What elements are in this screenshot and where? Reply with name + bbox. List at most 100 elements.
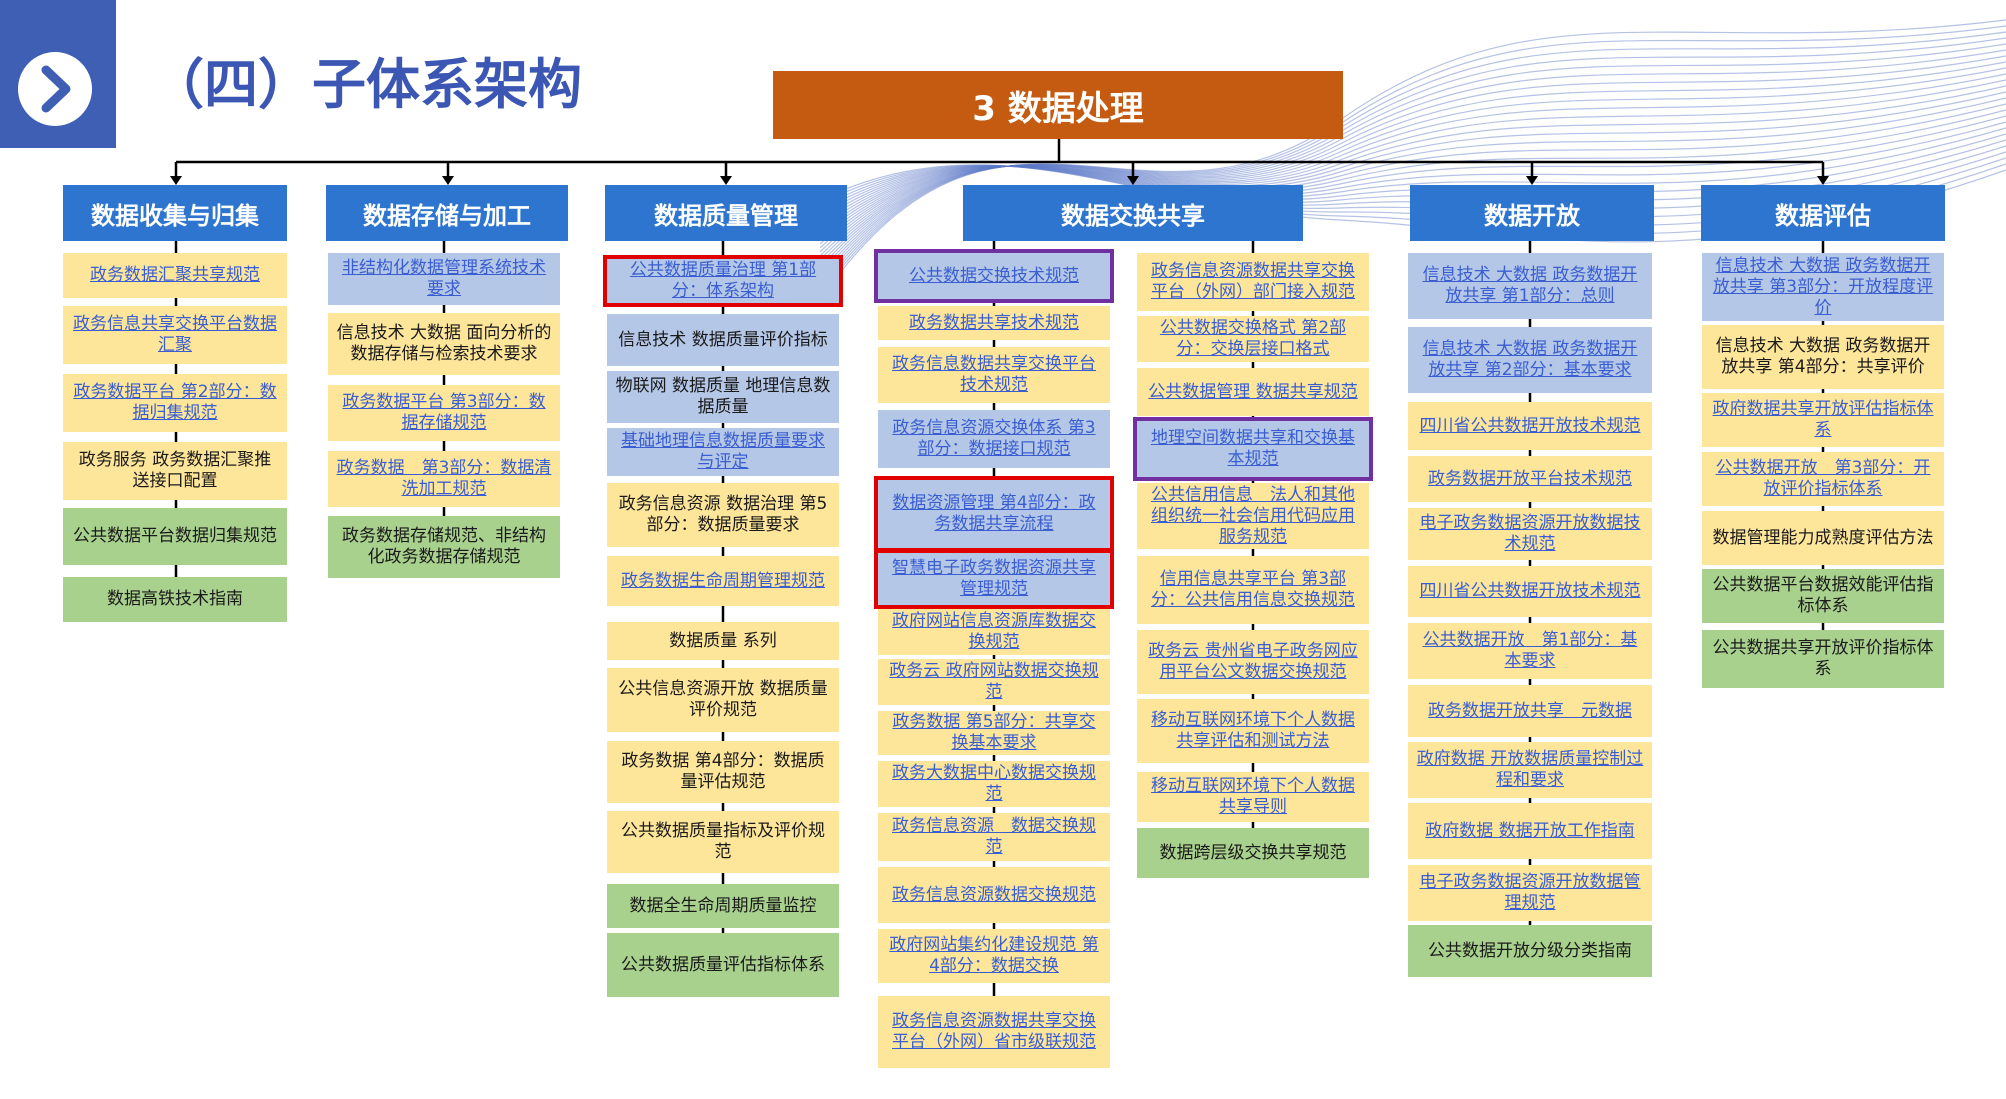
standard-title: 政务信息资源数据共享交换平台（外网）省市级联规范 [892,1011,1096,1052]
standard-item: 政务服务 政务数据汇聚推送接口配置 [63,442,287,500]
standard-link[interactable]: 移动互联网环境下个人数据共享导则 [1137,772,1369,822]
standard-link[interactable]: 四川省公共数据开放技术规范 [1408,402,1652,450]
standard-link[interactable]: 政府数据 开放数据质量控制过程和要求 [1408,742,1652,798]
standard-title: 公共数据共享开放评价指标体系 [1712,638,1934,679]
standard-link[interactable]: 政府数据 数据开放工作指南 [1408,803,1652,859]
standard-link[interactable]: 政务数据 第5部分：共享交换基本要求 [878,711,1110,755]
standard-link[interactable]: 数据资源管理 第4部分：政务数据共享流程 [874,476,1114,552]
standard-item: 信息技术 大数据 政务数据开放共享 第4部分：共享评价 [1702,325,1944,389]
standard-link[interactable]: 政务数据平台 第3部分：数据存储规范 [328,385,560,441]
standard-title: 数据全生命周期质量监控 [629,895,817,916]
standard-title: 政务信息资源 数据交换规范 [892,816,1096,857]
standard-link[interactable]: 政务信息资源数据共享交换平台（外网）部门接入规范 [1137,253,1369,311]
standard-link[interactable]: 政务云 政府网站数据交换规范 [878,659,1110,705]
category-header: 数据评估 [1701,185,1945,241]
standard-title: 政务数据共享技术规范 [909,312,1079,333]
standard-item: 数据管理能力成熟度评估方法 [1702,511,1944,565]
standard-title: 信息技术 大数据 政务数据开放共享 第3部分：开放程度评价 [1712,255,1934,318]
standard-link[interactable]: 政务大数据中心数据交换规范 [878,761,1110,807]
standard-link[interactable]: 政务云 贵州省电子政务网应用平台公文数据交换规范 [1137,630,1369,694]
standard-link[interactable]: 政务数据共享技术规范 [878,306,1110,340]
standard-title: 四川省公共数据开放技术规范 [1419,415,1641,436]
standard-title: 政务信息资源数据共享交换平台（外网）部门接入规范 [1151,261,1355,302]
standard-link[interactable]: 政府数据共享开放评估指标体系 [1702,393,1944,447]
standard-link[interactable]: 基础地理信息数据质量要求与评定 [607,428,839,476]
standard-title: 四川省公共数据开放技术规范 [1419,581,1641,601]
standard-title: 政府数据 开放数据质量控制过程和要求 [1416,749,1644,790]
standard-link[interactable]: 信息技术 大数据 政务数据开放共享 第2部分：基本要求 [1408,327,1652,393]
standard-link[interactable]: 电子政务数据资源开放数据管理规范 [1408,865,1652,921]
standard-title: 政务数据 第3部分：数据清洗加工规范 [336,458,552,499]
standard-link[interactable]: 政务信息资源数据交换规范 [878,867,1110,923]
standard-link[interactable]: 公共数据管理 数据共享规范 [1137,368,1369,416]
standard-link[interactable]: 公共数据质量治理 第1部分：体系架构 [603,255,843,307]
standard-link[interactable]: 信息技术 大数据 政务数据开放共享 第3部分：开放程度评价 [1702,253,1944,321]
standard-title: 信息技术 大数据 面向分析的数据存储与检索技术要求 [336,323,552,364]
standard-title: 政府数据 数据开放工作指南 [1425,820,1635,841]
standard-title: 政务信息资源 数据治理 第5部分：数据质量要求 [618,494,828,535]
standard-title: 公共信息资源开放 数据质量评价规范 [618,679,828,720]
category-header: 数据质量管理 [605,185,847,241]
standard-item: 数据质量 系列 [607,622,839,660]
standard-item: 数据高铁技术指南 [63,577,287,622]
standard-title: 政务服务 政务数据汇聚推送接口配置 [78,450,272,491]
standard-link[interactable]: 四川省公共数据开放技术规范 [1408,566,1652,617]
standard-title: 公共数据质量指标及评价规范 [621,821,825,862]
standard-title: 地理空间数据共享和交换基本规范 [1151,428,1355,469]
standard-link[interactable]: 非结构化数据管理系统技术要求 [328,253,560,305]
standard-title: 政务数据汇聚共享规范 [90,265,260,285]
standard-link[interactable]: 公共数据交换技术规范 [874,249,1114,303]
standard-title: 公共数据交换格式 第2部分：交换层接口格式 [1159,318,1347,359]
standard-title: 公共数据平台数据效能评估指标体系 [1712,575,1934,616]
standard-link[interactable]: 电子政务数据资源开放数据技术规范 [1408,508,1652,560]
standard-item: 政务数据存储规范、非结构化政务数据存储规范 [328,516,560,578]
standard-link[interactable]: 政务信息数据共享交换平台技术规范 [878,347,1110,403]
standard-title: 非结构化数据管理系统技术要求 [342,258,546,299]
standard-link[interactable]: 政务信息共享交换平台数据汇聚 [63,306,287,364]
standard-link[interactable]: 地理空间数据共享和交换基本规范 [1133,417,1373,481]
standard-link[interactable]: 政务数据 第3部分：数据清洗加工规范 [328,451,560,507]
standard-title: 公共数据交换技术规范 [909,265,1079,286]
standard-item: 公共数据质量指标及评价规范 [607,811,839,873]
standard-link[interactable]: 移动互联网环境下个人数据共享评估和测试方法 [1137,699,1369,763]
standard-item: 公共数据平台数据归集规范 [63,508,287,565]
standard-link[interactable]: 政务信息资源交换体系 第3部分：数据接口规范 [878,410,1110,468]
standard-title: 政务信息资源数据交换规范 [892,884,1096,905]
standard-title: 移动互联网环境下个人数据共享评估和测试方法 [1151,710,1355,751]
standard-link[interactable]: 智慧电子政务数据资源共享管理规范 [874,549,1114,609]
standard-title: 信息技术 大数据 政务数据开放共享 第4部分：共享评价 [1715,336,1931,377]
standard-link[interactable]: 政务数据汇聚共享规范 [63,253,287,298]
standard-link[interactable]: 信息技术 大数据 政务数据开放共享 第1部分：总则 [1408,253,1652,319]
standard-link[interactable]: 政务数据开放共享 元数据 [1408,685,1652,737]
standard-title: 政务数据开放平台技术规范 [1428,468,1632,489]
standard-title: 电子政务数据资源开放数据管理规范 [1419,872,1641,913]
standard-link[interactable]: 政务数据开放平台技术规范 [1408,456,1652,502]
standard-link[interactable]: 公共数据开放 第1部分：基本要求 [1408,623,1652,679]
standard-title: 公共数据质量评估指标体系 [621,954,825,975]
category-header: 数据开放 [1410,185,1654,241]
standard-item: 物联网 数据质量 地理信息数据质量 [607,371,839,423]
standard-title: 政务数据平台 第3部分：数据存储规范 [342,392,546,433]
standard-title: 政府网站集约化建设规范 第4部分：数据交换 [889,935,1099,976]
standard-link[interactable]: 信用信息共享平台 第3部分：公共信用信息交换规范 [1137,556,1369,624]
standard-link[interactable]: 政府网站信息资源库数据交换规范 [878,609,1110,655]
standard-link[interactable]: 公共数据开放 第3部分：开放评价指标体系 [1702,452,1944,506]
standard-link[interactable]: 公共数据交换格式 第2部分：交换层接口格式 [1137,316,1369,362]
standard-link[interactable]: 政务数据平台 第2部分：数据归集规范 [63,374,287,432]
standard-link[interactable]: 政务信息资源 数据交换规范 [878,813,1110,861]
category-header: 数据收集与归集 [63,185,287,241]
standard-title: 信息技术 大数据 政务数据开放共享 第2部分：基本要求 [1422,339,1638,380]
standard-title: 政务数据存储规范、非结构化政务数据存储规范 [342,526,546,567]
standard-link[interactable]: 政务数据生命周期管理规范 [607,556,839,606]
standard-link[interactable]: 政务信息资源数据共享交换平台（外网）省市级联规范 [878,996,1110,1068]
standard-link[interactable]: 公共信用信息 法人和其他组织统一社会信用代码应用服务规范 [1137,483,1369,549]
standard-item: 公共数据平台数据效能评估指标体系 [1702,569,1944,623]
standard-title: 公共信用信息 法人和其他组织统一社会信用代码应用服务规范 [1151,484,1355,547]
standard-title: 信息技术 数据质量评价指标 [618,329,828,350]
standard-title: 移动互联网环境下个人数据共享导则 [1151,776,1355,817]
standard-title: 公共数据开放分级分类指南 [1428,940,1632,961]
standard-title: 政务信息共享交换平台数据汇聚 [73,314,277,355]
standard-link[interactable]: 政府网站集约化建设规范 第4部分：数据交换 [878,929,1110,983]
standard-title: 政务信息数据共享交换平台技术规范 [892,354,1096,395]
category-header: 数据存储与加工 [326,185,568,241]
